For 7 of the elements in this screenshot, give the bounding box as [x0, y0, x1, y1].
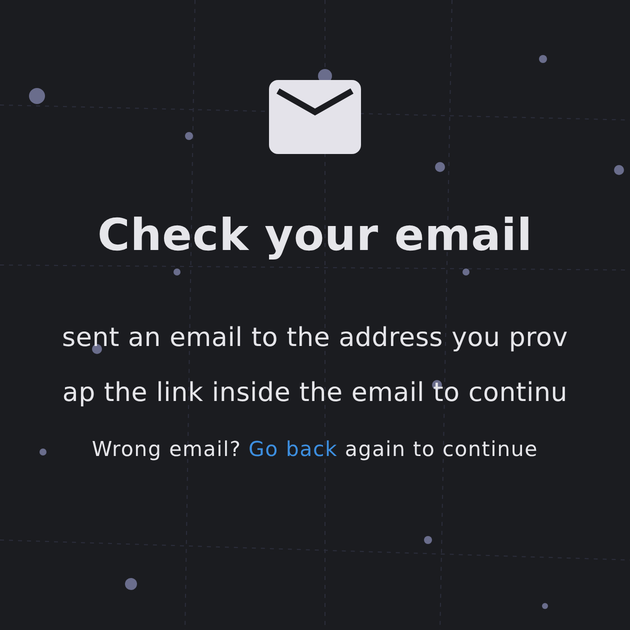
continue-text: again to continue [344, 437, 538, 462]
prompt-text: Wrong email? [92, 437, 242, 462]
page-title: Check your email [98, 212, 532, 260]
go-back-link[interactable]: Go back [248, 437, 338, 462]
envelope-icon [269, 80, 361, 154]
message-line: sent an email to the address you prov [62, 322, 568, 356]
message-line: ap the link inside the email to continu [62, 377, 568, 410]
